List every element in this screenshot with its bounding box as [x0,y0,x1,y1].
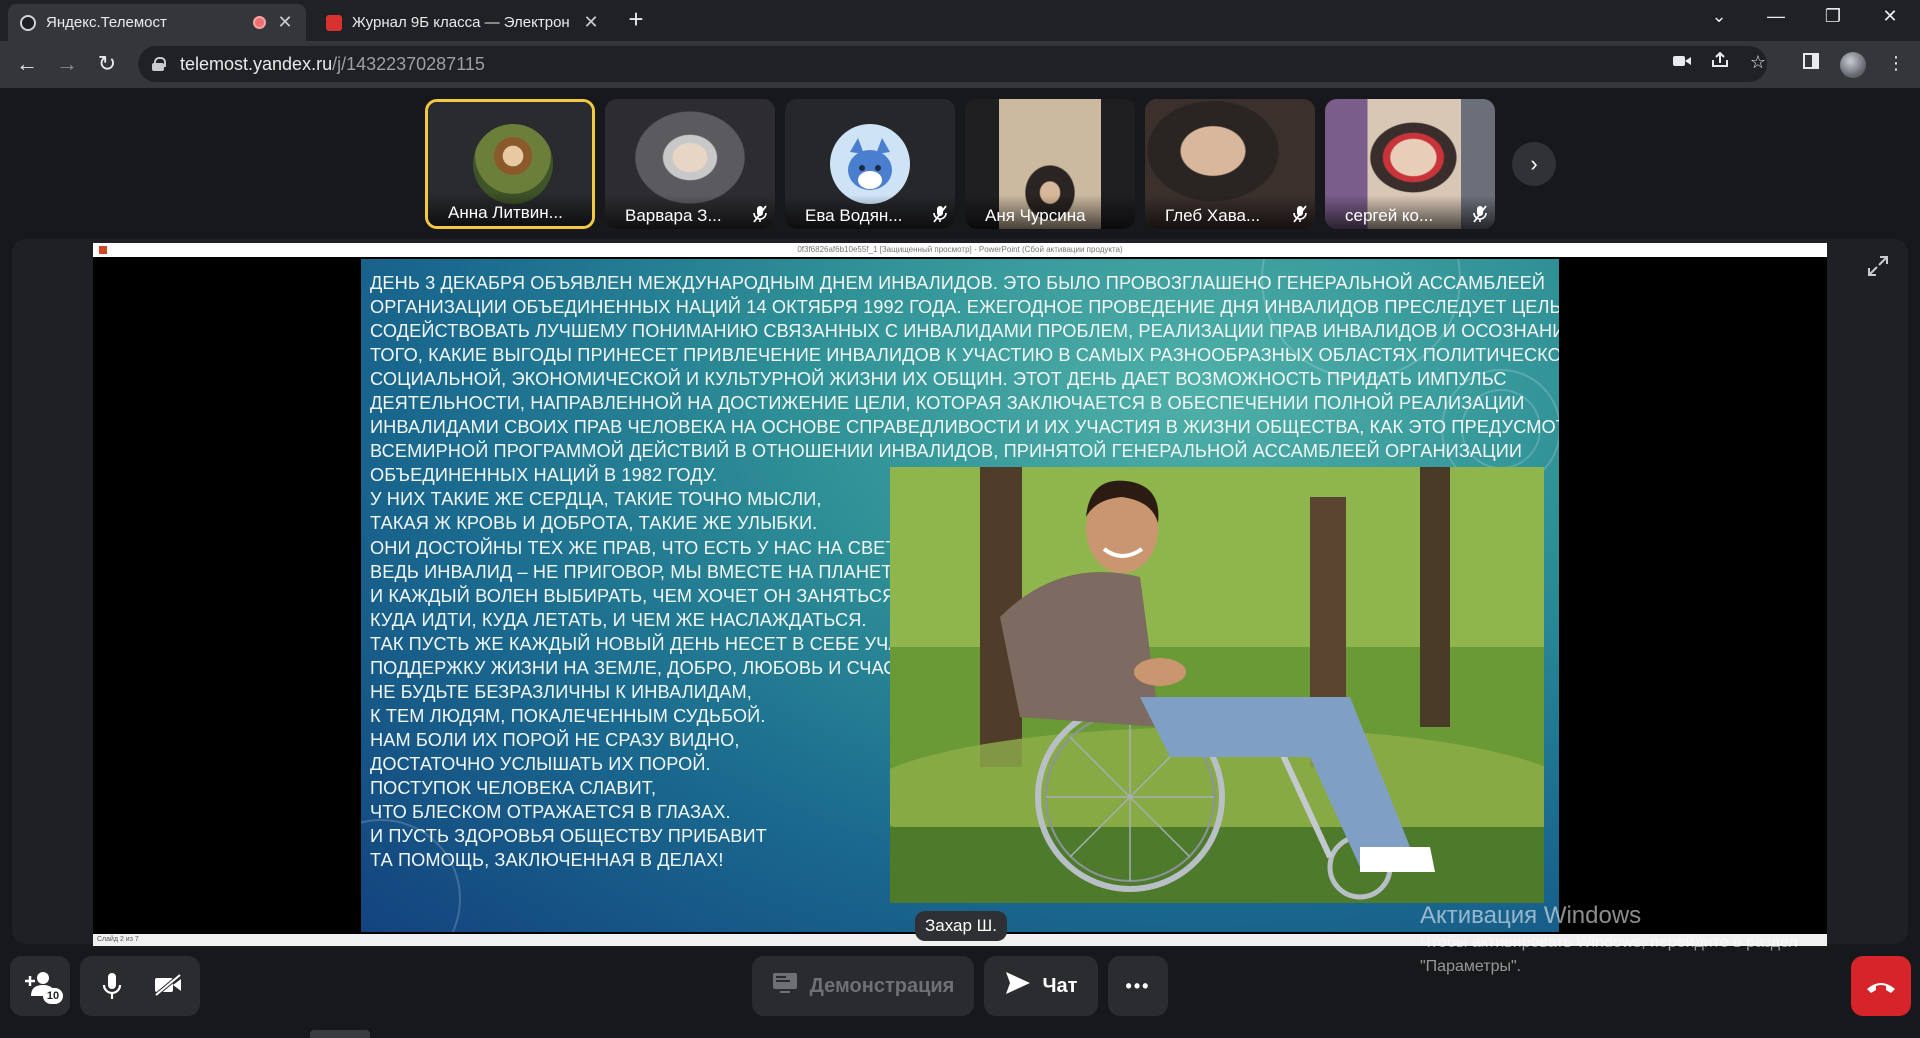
fox-icon [848,138,892,190]
participant-name: Варвара З... [625,206,722,225]
minimize-icon[interactable]: — [1761,6,1791,27]
close-tab-icon[interactable]: ✕ [582,12,600,33]
participant-name: Ева Водян... [805,206,903,225]
share-icon[interactable] [1708,51,1732,73]
close-window-icon[interactable]: ✕ [1875,6,1905,27]
end-call-button[interactable] [1851,956,1911,1016]
recording-indicator-icon [253,16,266,29]
participant-tile[interactable]: Анна Литвин... [425,99,595,229]
slide-text-line: Организации Объединенных Наций 14 октябр… [370,297,1559,318]
tab-title: Журнал 9Б класса — Электрон [352,14,570,31]
shared-screen: 0f3f6826af6b10e55f_1 [Защищенный просмот… [93,243,1827,946]
microphone-icon[interactable] [102,972,122,1005]
screen-share-label: Демонстрация [809,974,955,997]
camera-icon[interactable] [1670,52,1694,73]
tab-search-icon[interactable]: ⌄ [1704,6,1734,27]
powerpoint-title: 0f3f6826af6b10e55f_1 [Защищенный просмот… [797,245,1123,254]
address-bar[interactable]: telemost.yandex.ru /j/14322370287115 ☆ [138,46,1767,82]
bottom-edge-tab [310,1030,370,1038]
chat-label: Чат [1042,974,1078,997]
powerpoint-icon [99,246,107,254]
screen-share-icon [772,972,798,1001]
participant-tile[interactable]: сергей ко... [1325,99,1495,229]
lock-icon[interactable] [152,57,166,71]
participant-name: Анна Литвин... [448,203,563,222]
journal-favicon [326,14,342,31]
back-arrow-icon[interactable]: ← [12,49,42,79]
slide-text-line: День 3 декабря объявлен Международным дн… [370,273,1546,293]
slide-text-line: Всемирной программой действий в отношени… [370,441,1523,462]
chevron-right-icon: › [1530,151,1538,176]
tab-journal[interactable]: Журнал 9Б класса — Электрон ✕ [314,4,612,41]
slide-text-line: инвалидами своих прав человека на основе… [370,417,1559,438]
browser-toolbar: ← → ↻ telemost.yandex.ru /j/143223702871… [0,41,1920,88]
participant-tile[interactable]: Ева Водян... [785,99,955,229]
participant-name: Аня Чурсина [985,206,1086,225]
participant-tile[interactable]: Глеб Хава... [1145,99,1315,229]
profile-avatar[interactable] [1840,52,1866,78]
mic-muted-icon [1473,205,1487,227]
tab-telemost[interactable]: Яндекс.Телемост ✕ [8,4,306,41]
slide-text-line: того, какие выгоды принесет привлечение … [370,345,1559,366]
more-dots-icon: ••• [1125,975,1151,996]
mic-muted-icon [753,205,767,227]
kebab-menu-icon[interactable]: ⋮ [1884,53,1908,74]
slide-photo-man-in-wheelchair [890,467,1544,903]
watermark-line1: Чтобы активировать Windows, перейдите в … [1420,934,1798,951]
star-icon[interactable]: ☆ [1746,52,1770,73]
screen-share-button[interactable]: Демонстрация [752,956,974,1016]
more-options-button[interactable]: ••• [1108,956,1168,1016]
windows-activation-watermark: Активация Windows Чтобы активировать Win… [1420,902,1798,978]
participant-tile[interactable]: Аня Чурсина [965,99,1135,229]
watermark-heading: Активация Windows [1420,902,1642,929]
powerpoint-titlebar: 0f3f6826af6b10e55f_1 [Защищенный просмот… [93,243,1827,257]
forward-arrow-icon[interactable]: → [52,49,82,79]
mic-camera-group [80,956,200,1016]
participant-name: сергей ко... [1345,206,1434,225]
avatar [830,124,910,204]
slide-text-line: содействовать лучшему пониманию связанны… [370,321,1559,342]
participant-name: Глеб Хава... [1165,206,1261,225]
hang-up-icon [1865,971,1897,1001]
url-host: telemost.yandex.ru [180,53,333,74]
add-participant-button[interactable]: 10 [10,956,70,1016]
telemost-favicon [20,14,36,31]
participant-tile[interactable]: Варвара З... [605,99,775,229]
next-participants-button[interactable]: › [1512,142,1556,186]
restore-icon[interactable]: ❐ [1818,6,1848,27]
reload-icon[interactable]: ↻ [92,49,122,79]
camera-off-icon[interactable] [154,973,182,1002]
slide-text-line: социальной, экономической и культурной ж… [370,369,1507,390]
url-path: /j/14322370287115 [332,53,485,74]
close-tab-icon[interactable]: ✕ [276,12,294,33]
side-panel-icon[interactable] [1799,53,1823,74]
slide-text-line: деятельности, направленной на достижение… [370,393,1525,414]
presentation-slide: День 3 декабря объявлен Международным дн… [361,259,1559,932]
mic-muted-icon [933,205,947,227]
mic-muted-icon [1293,205,1307,227]
browser-tabstrip: Яндекс.Телемост ✕ Журнал 9Б класса — Эле… [0,0,1920,41]
participants-count-badge: 10 [43,988,63,1004]
tab-title: Яндекс.Телемост [46,14,167,31]
fullscreen-icon[interactable] [1865,255,1891,283]
new-tab-button[interactable]: + [621,4,651,35]
send-arrow-icon [1005,971,1031,1002]
speaker-label: Захар Ш. [915,911,1007,941]
chat-button[interactable]: Чат [984,956,1098,1016]
watermark-line2: "Параметры". [1420,958,1522,975]
